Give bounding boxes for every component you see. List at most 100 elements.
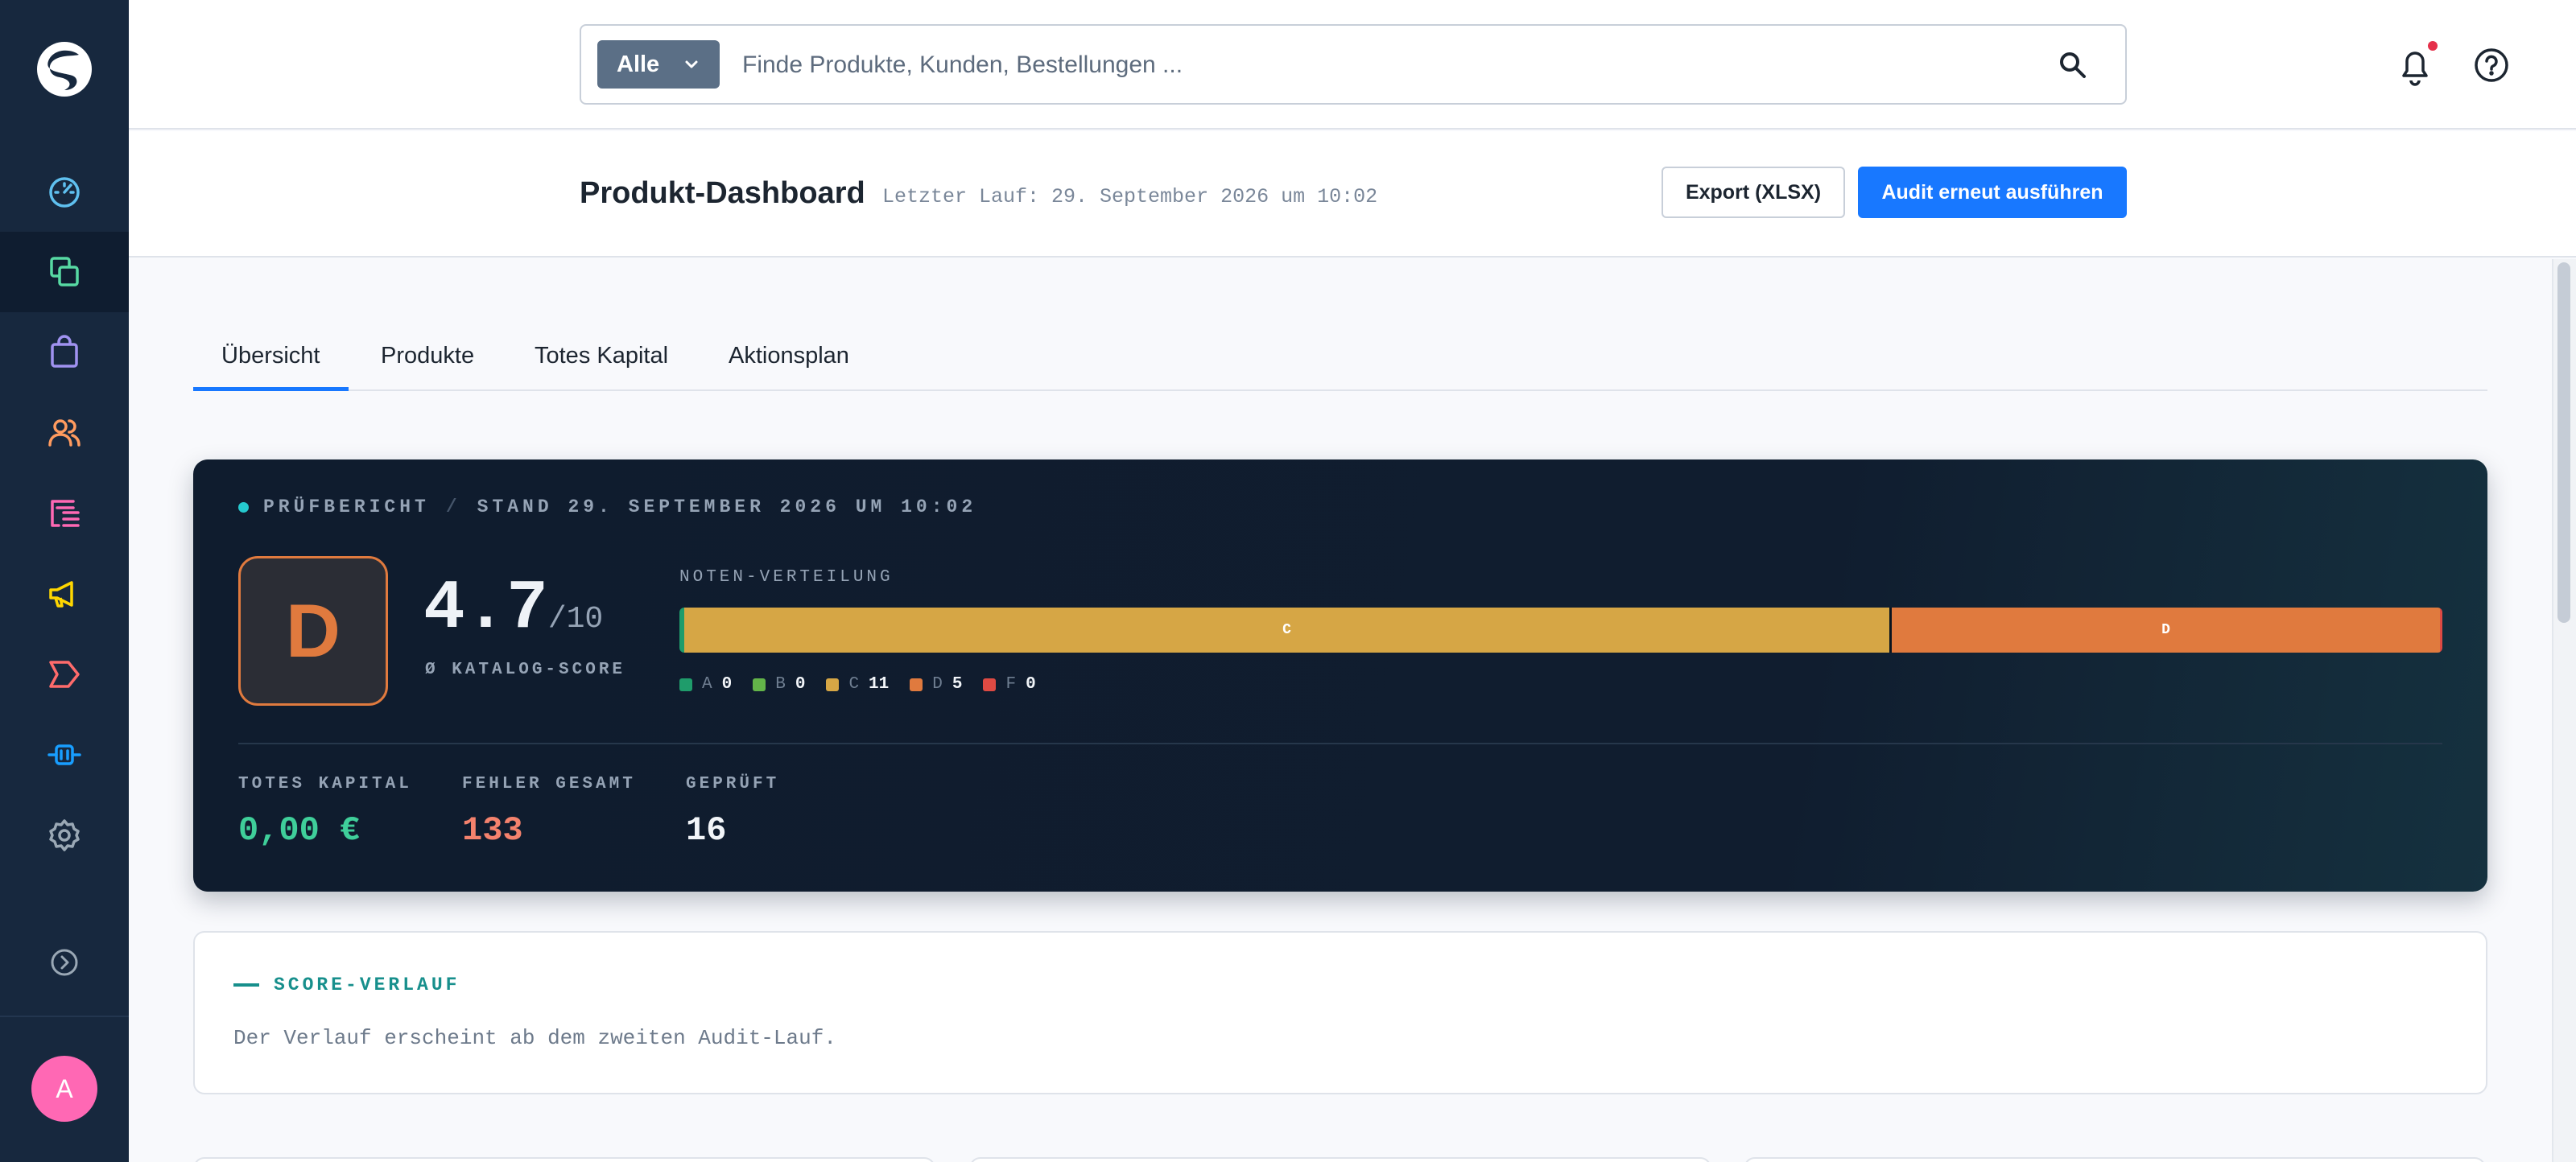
score-label: Ø KATALOG-SCORE xyxy=(425,661,626,679)
legend-swatch xyxy=(826,678,840,691)
audit-divider xyxy=(238,743,2442,744)
distribution-edge xyxy=(2440,608,2442,653)
stat-value: 16 xyxy=(686,811,727,850)
score-value: 4.7 xyxy=(423,569,548,648)
legend-swatch xyxy=(679,678,692,691)
chevron-down-icon xyxy=(685,60,698,68)
legend-grade: F xyxy=(1005,675,1017,694)
sidebar-item-sales-channels[interactable] xyxy=(0,634,129,715)
sidebar-expand-button[interactable] xyxy=(0,922,129,1003)
legend-grade: D xyxy=(932,675,943,694)
score-history-label: SCORE-VERLAUF xyxy=(274,975,460,995)
sidebar-item-dashboard[interactable] xyxy=(0,151,129,232)
legend-count: 5 xyxy=(952,675,963,694)
search-input[interactable] xyxy=(742,45,2014,85)
legend-item-b: B0 xyxy=(753,675,805,694)
shopping-bag-icon xyxy=(51,335,78,368)
stat-label: FEHLER GESAMT xyxy=(462,775,636,793)
scrollbar-thumb[interactable] xyxy=(2557,262,2570,623)
users-icon xyxy=(48,419,80,447)
sidebar-item-catalogues[interactable] xyxy=(0,232,129,312)
page-title: Produkt-Dashboard xyxy=(580,176,865,210)
legend-count: 0 xyxy=(795,675,806,694)
gear-icon xyxy=(49,819,80,851)
distribution-legend: A 0 B 0 C 11 D 5 F 0 xyxy=(679,675,1057,694)
score-history-title: SCORE-VERLAUF xyxy=(233,975,460,995)
tab-products[interactable]: Produkte xyxy=(381,343,474,391)
report-stand: STAND 29. SEPTEMBER 2026 UM 10:02 xyxy=(477,497,977,517)
legend-grade: A xyxy=(702,675,712,694)
tab-action-plan[interactable]: Aktionsplan xyxy=(729,343,849,391)
topbar: Alle xyxy=(129,0,2576,130)
chevron-badge-icon xyxy=(49,661,80,688)
sidebar-item-settings[interactable] xyxy=(0,795,129,876)
legend-count: 11 xyxy=(869,675,890,694)
export-xlsx-button[interactable]: Export (XLSX) xyxy=(1662,167,1845,218)
global-search: Alle xyxy=(580,24,2127,105)
summary-card xyxy=(969,1157,1711,1162)
sidebar-divider xyxy=(0,1016,129,1017)
rerun-audit-button[interactable]: Audit erneut ausführen xyxy=(1858,167,2127,218)
avatar[interactable]: A xyxy=(31,1056,97,1122)
speedometer-icon xyxy=(49,177,80,208)
tab-dead-capital[interactable]: Totes Kapital xyxy=(535,343,668,391)
search-type-label: Alle xyxy=(617,51,660,77)
tab-bar: Übersicht Produkte Totes Kapital Aktions… xyxy=(193,322,2487,391)
legend-count: 0 xyxy=(721,675,733,694)
sidebar-item-orders[interactable] xyxy=(0,312,129,393)
sidebar-item-customers[interactable] xyxy=(0,393,129,473)
search-icon[interactable] xyxy=(2058,50,2088,80)
sidebar-item-content[interactable] xyxy=(0,473,129,554)
shopware-logo[interactable] xyxy=(32,37,97,101)
grade-distribution-bar: CD xyxy=(679,608,2442,653)
legend-item-d: D5 xyxy=(910,675,962,694)
catalog-score: 4.7/10 xyxy=(423,569,603,648)
stat-label: GEPRÜFT xyxy=(686,775,780,793)
report-label: PRÜFBERICHT xyxy=(263,497,430,517)
page-header: Produkt-Dashboard Letzter Lauf: 29. Sept… xyxy=(129,131,2576,258)
content-list-icon xyxy=(51,500,80,527)
status-dot xyxy=(238,501,249,513)
legend-count: 0 xyxy=(1026,675,1036,694)
last-run-text: Letzter Lauf: 29. September 2026 um 10:0… xyxy=(882,185,1378,208)
summary-card xyxy=(193,1157,935,1162)
stat-value: 133 xyxy=(462,811,523,850)
legend-item-f: F0 xyxy=(983,675,1036,694)
stat-dead-capital: TOTES KAPITAL 0,00 € xyxy=(238,775,412,850)
score-history-card: SCORE-VERLAUF Der Verlauf erscheint ab d… xyxy=(193,931,2487,1094)
tab-overview[interactable]: Übersicht xyxy=(193,343,349,391)
legend-swatch xyxy=(910,678,923,691)
search-type-select[interactable]: Alle xyxy=(597,40,720,89)
stat-label: TOTES KAPITAL xyxy=(238,775,412,793)
plug-icon xyxy=(47,744,81,765)
audit-report-card: PRÜFBERICHT / STAND 29. SEPTEMBER 2026 U… xyxy=(193,459,2487,892)
stat-total-errors: FEHLER GESAMT 133 xyxy=(462,775,636,850)
distribution-segment-c: C xyxy=(684,608,1889,653)
sidebar: A xyxy=(0,0,129,1162)
sidebar-item-extensions[interactable] xyxy=(0,715,129,795)
stat-checked: GEPRÜFT 16 xyxy=(686,775,779,850)
legend-item-a: A0 xyxy=(679,675,732,694)
stat-value: 0,00 € xyxy=(238,811,361,850)
audit-report-header: PRÜFBERICHT / STAND 29. SEPTEMBER 2026 U… xyxy=(238,497,976,517)
notification-badge xyxy=(2428,41,2438,51)
sidebar-item-marketing[interactable] xyxy=(0,554,129,634)
distribution-label: NOTEN-VERTEILUNG xyxy=(679,568,894,587)
legend-swatch xyxy=(983,678,997,691)
title-dash xyxy=(233,983,259,987)
bell-icon[interactable] xyxy=(2396,45,2434,87)
chevron-circle-right-icon xyxy=(51,949,78,976)
legend-grade: C xyxy=(848,675,860,694)
summary-card xyxy=(1744,1157,2486,1162)
score-history-empty-text: Der Verlauf erscheint ab dem zweiten Aud… xyxy=(233,1026,836,1050)
question-circle-icon[interactable] xyxy=(2473,47,2510,84)
distribution-segment-d: D xyxy=(1892,608,2440,653)
legend-grade: B xyxy=(775,675,786,694)
header-separator: / xyxy=(445,497,461,517)
copy-icon xyxy=(50,257,79,286)
legend-item-c: C 11 xyxy=(826,675,889,694)
megaphone-icon xyxy=(49,581,73,608)
legend-swatch xyxy=(753,678,766,691)
grade-badge: D xyxy=(238,556,388,706)
score-max: /10 xyxy=(547,602,604,637)
